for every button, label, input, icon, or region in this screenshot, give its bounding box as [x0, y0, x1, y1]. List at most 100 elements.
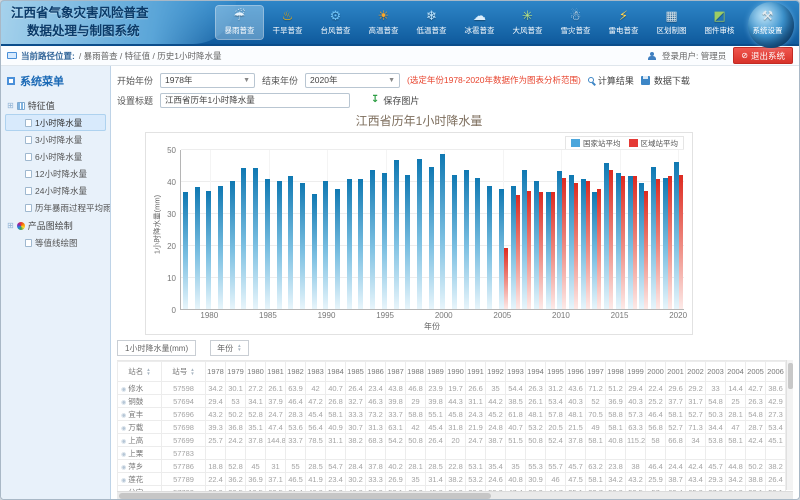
- sidebar-item[interactable]: 12小时降水量: [5, 165, 106, 182]
- station-expand-icon[interactable]: ◉: [121, 387, 126, 393]
- column-header-year[interactable]: 1993: [506, 362, 526, 382]
- toolbar-item-system-settings[interactable]: ⚒系统设置: [744, 6, 791, 39]
- station-name-cell[interactable]: ◉莲花: [118, 473, 162, 486]
- station-name-cell[interactable]: ◉宜丰: [118, 408, 162, 421]
- column-header-year[interactable]: 1998: [606, 362, 626, 382]
- station-name-cell[interactable]: ◉万载: [118, 421, 162, 434]
- column-header-year[interactable]: 1992: [486, 362, 506, 382]
- calculate-button[interactable]: 计算结果: [588, 74, 634, 87]
- station-name-cell[interactable]: ◉上栗: [118, 447, 162, 460]
- column-header-year[interactable]: 2000: [646, 362, 666, 382]
- toolbar-item-wind-survey[interactable]: ✳大风普查: [504, 6, 551, 39]
- product-chart-icon: [17, 222, 25, 230]
- column-header-year[interactable]: 1986: [366, 362, 386, 382]
- x-tick-label: 2015: [611, 311, 629, 320]
- horizontal-scrollbar[interactable]: [117, 491, 793, 499]
- wind-survey-icon: ✳: [522, 8, 533, 24]
- column-header-year[interactable]: 1990: [446, 362, 466, 382]
- column-header-year[interactable]: 1997: [586, 362, 606, 382]
- value-cell: 54.4: [506, 382, 526, 395]
- toolbar-item-lightning-survey[interactable]: ⚡雷电普查: [600, 6, 647, 39]
- sidebar-item[interactable]: 1小时降水量: [5, 114, 106, 131]
- column-header-year[interactable]: 1987: [386, 362, 406, 382]
- column-header-year[interactable]: 1996: [566, 362, 586, 382]
- column-header-year[interactable]: 2002: [686, 362, 706, 382]
- sort-desc-icon[interactable]: ▼: [190, 372, 194, 376]
- save-image-button[interactable]: ↧ 保存图片: [371, 94, 419, 107]
- value-cell: 35.1: [246, 421, 266, 434]
- column-header-year[interactable]: 1989: [426, 362, 446, 382]
- sort-desc-icon[interactable]: ▼: [237, 348, 241, 352]
- grid-folder-icon: [17, 102, 25, 110]
- column-header-year[interactable]: 1999: [626, 362, 646, 382]
- tree-group-toggle[interactable]: ⊞特征值: [5, 96, 106, 114]
- logout-button[interactable]: ⊘ 退出系统: [733, 47, 793, 64]
- column-header-year[interactable]: 2001: [666, 362, 686, 382]
- station-id-cell: 57698: [162, 421, 206, 434]
- vertical-scrollbar[interactable]: [786, 360, 793, 490]
- station-name-cell[interactable]: ◉上高: [118, 434, 162, 447]
- column-header-year[interactable]: 1981: [266, 362, 286, 382]
- station-expand-icon[interactable]: ◉: [121, 439, 126, 445]
- toolbar-item-rainstorm-survey[interactable]: ☔暴雨普查: [216, 6, 263, 39]
- bar-group: [298, 150, 310, 309]
- column-header-year[interactable]: 1983: [306, 362, 326, 382]
- column-header-year[interactable]: 2004: [726, 362, 746, 382]
- station-expand-icon[interactable]: ◉: [121, 452, 126, 458]
- column-header-year[interactable]: 1985: [346, 362, 366, 382]
- value-cell: 51.2: [606, 382, 626, 395]
- national-bar: [230, 181, 235, 309]
- station-name-cell[interactable]: ◉萍乡: [118, 460, 162, 473]
- toolbar-item-high-temp-survey[interactable]: ☀高温普查: [360, 6, 407, 39]
- column-header-year[interactable]: 1994: [526, 362, 546, 382]
- column-header-year[interactable]: 1982: [286, 362, 306, 382]
- value-cell: 53: [226, 395, 246, 408]
- station-expand-icon[interactable]: ◉: [121, 413, 126, 419]
- column-header-year[interactable]: 1984: [326, 362, 346, 382]
- station-expand-icon[interactable]: ◉: [121, 426, 126, 432]
- start-year-select[interactable]: 1978年 ▼: [160, 73, 255, 88]
- toolbar-item-snow-survey[interactable]: ☃雪灾普查: [552, 6, 599, 39]
- year-sort-control[interactable]: 年份 ▲ ▼: [210, 340, 248, 356]
- bar-group: [567, 150, 579, 309]
- vertical-scrollbar-thumb[interactable]: [788, 363, 793, 389]
- station-expand-icon[interactable]: ◉: [121, 465, 126, 471]
- column-header-year[interactable]: 1988: [406, 362, 426, 382]
- sidebar-item[interactable]: 24小时降水量: [5, 182, 106, 199]
- x-tick-label: 1980: [200, 311, 218, 320]
- sidebar-item[interactable]: 等值线绘图: [5, 234, 106, 251]
- sidebar-item[interactable]: 历年暴雨过程平均雨量: [5, 199, 106, 216]
- data-download-button[interactable]: 数据下载: [641, 74, 690, 87]
- toolbar-item-drought-survey[interactable]: ♨干旱普查: [264, 6, 311, 39]
- station-expand-icon[interactable]: ◉: [121, 478, 126, 484]
- column-header-year[interactable]: 1991: [466, 362, 486, 382]
- column-header-year[interactable]: 2003: [706, 362, 726, 382]
- column-header-year[interactable]: 2006: [766, 362, 786, 382]
- file-icon: [25, 239, 32, 247]
- table-controls: 1小时降水量(mm) 年份 ▲ ▼: [117, 339, 793, 357]
- sidebar-item[interactable]: 3小时降水量: [5, 131, 106, 148]
- chart-title-input[interactable]: [160, 93, 350, 108]
- sort-desc-icon[interactable]: ▼: [146, 372, 150, 376]
- column-header-year[interactable]: 1978: [206, 362, 226, 382]
- station-name-cell[interactable]: ◉铜鼓: [118, 395, 162, 408]
- value-cell: 55: [286, 460, 306, 473]
- tree-group-toggle[interactable]: ⊞产品图绘制: [5, 216, 106, 234]
- toolbar-item-hail-survey[interactable]: ☁冰雹普查: [456, 6, 503, 39]
- column-header-station[interactable]: 站名▲▼: [118, 362, 162, 382]
- toolbar-item-zoning-mapping[interactable]: ▦区划制图: [648, 6, 695, 39]
- toolbar-item-map-review[interactable]: ◩图件审核: [696, 6, 743, 39]
- station-expand-icon[interactable]: ◉: [121, 400, 126, 406]
- column-header-year[interactable]: 1995: [546, 362, 566, 382]
- horizontal-scrollbar-thumb[interactable]: [119, 493, 491, 499]
- toolbar-item-low-temp-survey[interactable]: ❄低温普查: [408, 6, 455, 39]
- column-header-station-id[interactable]: 站号▲▼: [162, 362, 206, 382]
- end-year-select[interactable]: 2020年 ▼: [305, 73, 400, 88]
- column-header-year[interactable]: 1979: [226, 362, 246, 382]
- station-name-cell[interactable]: ◉修水: [118, 382, 162, 395]
- toolbar-item-typhoon-survey[interactable]: ⚙台风普查: [312, 6, 359, 39]
- column-header-year[interactable]: 2005: [746, 362, 766, 382]
- value-cell: 30.7: [346, 421, 366, 434]
- sidebar-item[interactable]: 6小时降水量: [5, 148, 106, 165]
- column-header-year[interactable]: 1980: [246, 362, 266, 382]
